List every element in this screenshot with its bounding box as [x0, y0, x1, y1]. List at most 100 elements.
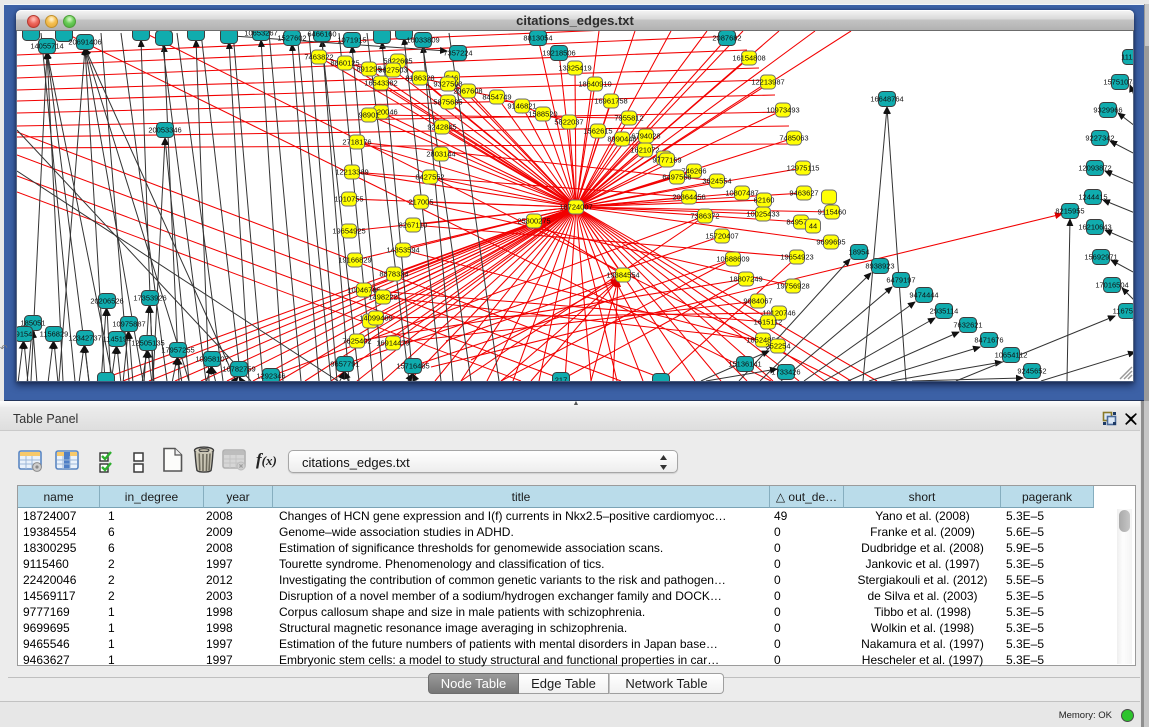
svg-text:12093872: 12093872	[1078, 163, 1111, 172]
svg-text:9463627: 9463627	[789, 188, 818, 197]
svg-text:7485063: 7485063	[779, 133, 808, 142]
svg-text:44: 44	[809, 221, 817, 230]
svg-text:10654112: 10654112	[995, 350, 1028, 359]
svg-text:18640910: 18640910	[578, 79, 611, 88]
svg-text:15751074: 15751074	[1103, 77, 1134, 86]
svg-text:9115460: 9115460	[818, 207, 847, 216]
svg-text:19654925: 19654925	[332, 226, 365, 235]
svg-text:13325419: 13325419	[558, 63, 591, 72]
svg-text:1621072: 1621072	[630, 145, 659, 154]
svg-text:8186328: 8186328	[405, 73, 434, 82]
svg-text:10958107: 10958107	[195, 354, 228, 363]
svg-text:1733426: 1733426	[771, 367, 800, 376]
svg-text:5875685: 5875685	[433, 97, 462, 106]
svg-text:16648764: 16648764	[870, 94, 903, 103]
svg-text:98901: 98901	[359, 110, 380, 119]
svg-text:9242845: 9242845	[427, 122, 456, 131]
svg-text:10025433: 10025433	[746, 209, 779, 218]
svg-text:12975115: 12975115	[787, 163, 820, 172]
svg-text:2967608: 2967608	[453, 86, 482, 95]
svg-text:7357224: 7357224	[443, 48, 472, 57]
svg-text:25300275: 25300275	[517, 216, 550, 225]
svg-text:8471676: 8471676	[974, 335, 1003, 344]
svg-text:1244415: 1244415	[1078, 192, 1107, 201]
svg-text:11124: 11124	[1121, 52, 1134, 61]
svg-text:6479197: 6479197	[886, 275, 915, 284]
svg-text:5822037: 5822037	[554, 117, 583, 126]
svg-text:8427552: 8427552	[415, 172, 444, 181]
svg-text:1010755: 1010755	[334, 194, 363, 203]
svg-text:16961758: 16961758	[594, 96, 627, 105]
svg-text:7632621: 7632621	[953, 320, 982, 329]
svg-text:1156829: 1156829	[40, 329, 69, 338]
svg-text:391541: 391541	[17, 329, 37, 338]
svg-text:12213389: 12213389	[335, 167, 368, 176]
svg-text:1071915: 1071915	[337, 35, 366, 44]
svg-text:20053346: 20053346	[148, 125, 181, 134]
svg-text:18724007: 18724007	[559, 202, 592, 211]
svg-text:1588520: 1588520	[528, 109, 557, 118]
svg-text:17016504: 17016504	[1095, 280, 1128, 289]
svg-text:8454749: 8454749	[482, 92, 511, 101]
svg-text:9245652: 9245652	[1017, 366, 1046, 375]
svg-text:20206526: 20206526	[90, 296, 123, 305]
svg-text:16914479: 16914479	[376, 338, 409, 347]
svg-text:6497568: 6497568	[662, 172, 691, 181]
svg-text:1292346: 1292346	[256, 371, 285, 380]
svg-text:1145194: 1145194	[103, 334, 132, 343]
svg-text:8813054: 8813054	[523, 33, 552, 42]
svg-text:18954: 18954	[849, 247, 870, 256]
svg-text:10653267: 10653267	[244, 31, 277, 37]
svg-text:1498222: 1498222	[368, 292, 397, 301]
svg-text:6794028: 6794028	[631, 131, 660, 140]
svg-text:12342737: 12342737	[68, 333, 101, 342]
svg-text:8860125: 8860125	[330, 58, 359, 67]
svg-text:16033809: 16033809	[406, 35, 439, 44]
svg-text:19756928: 19756928	[776, 281, 809, 290]
svg-text:2935114: 2935114	[930, 306, 959, 315]
svg-text:17957255: 17957255	[161, 345, 194, 354]
svg-text:7955812: 7955812	[614, 113, 643, 122]
svg-text:9329966: 9329966	[1093, 105, 1122, 114]
svg-text:19166829: 19166829	[338, 255, 371, 264]
svg-text:7625402: 7625402	[342, 336, 371, 345]
svg-text:1615112: 1615112	[754, 317, 783, 326]
svg-text:18807249: 18807249	[729, 274, 762, 283]
svg-text:9777169: 9777169	[652, 155, 681, 164]
svg-text:9084067: 9084067	[743, 296, 772, 305]
svg-text:2718176: 2718176	[342, 137, 371, 146]
svg-text:9827503: 9827503	[378, 65, 407, 74]
svg-text:20691406: 20691406	[68, 37, 101, 46]
svg-text:14055714: 14055714	[30, 41, 63, 50]
svg-text:16154808: 16154808	[732, 53, 765, 62]
svg-text:8938923: 8938923	[865, 261, 894, 270]
svg-text:1527602: 1527602	[277, 33, 306, 42]
svg-text:10975887: 10975887	[112, 319, 145, 328]
svg-text:12505135: 12505135	[131, 338, 164, 347]
svg-text:15720407: 15720407	[705, 231, 738, 240]
svg-text:16210643: 16210643	[1078, 222, 1111, 231]
svg-text:15716485: 15716485	[396, 361, 429, 370]
svg-text:19654923: 19654923	[780, 252, 813, 261]
svg-text:16782759: 16782759	[222, 364, 255, 373]
svg-text:10973493: 10973493	[766, 105, 799, 114]
svg-text:14353594: 14353594	[386, 245, 419, 254]
svg-text:3624554: 3624554	[702, 176, 731, 185]
svg-text:15136141: 15136141	[728, 359, 761, 368]
svg-text:16543382: 16543382	[364, 78, 397, 87]
svg-text:2803144: 2803144	[426, 149, 455, 158]
svg-text:8267110: 8267110	[399, 220, 428, 229]
svg-text:1167534: 1167534	[1113, 306, 1134, 315]
svg-text:6466160: 6466160	[307, 31, 336, 38]
svg-text:217005: 217005	[408, 197, 433, 206]
svg-text:9227342: 9227342	[1085, 133, 1114, 142]
svg-text:9657791: 9657791	[330, 359, 359, 368]
svg-text:7463822: 7463822	[304, 52, 333, 61]
svg-text:9474444: 9474444	[909, 290, 938, 299]
svg-text:217: 217	[555, 375, 568, 382]
svg-text:17353926: 17353926	[133, 293, 166, 302]
svg-text:19218506: 19218506	[542, 48, 575, 57]
svg-text:62160: 62160	[754, 195, 775, 204]
svg-text:12213987: 12213987	[751, 77, 784, 86]
svg-text:8215955: 8215955	[1055, 206, 1084, 215]
